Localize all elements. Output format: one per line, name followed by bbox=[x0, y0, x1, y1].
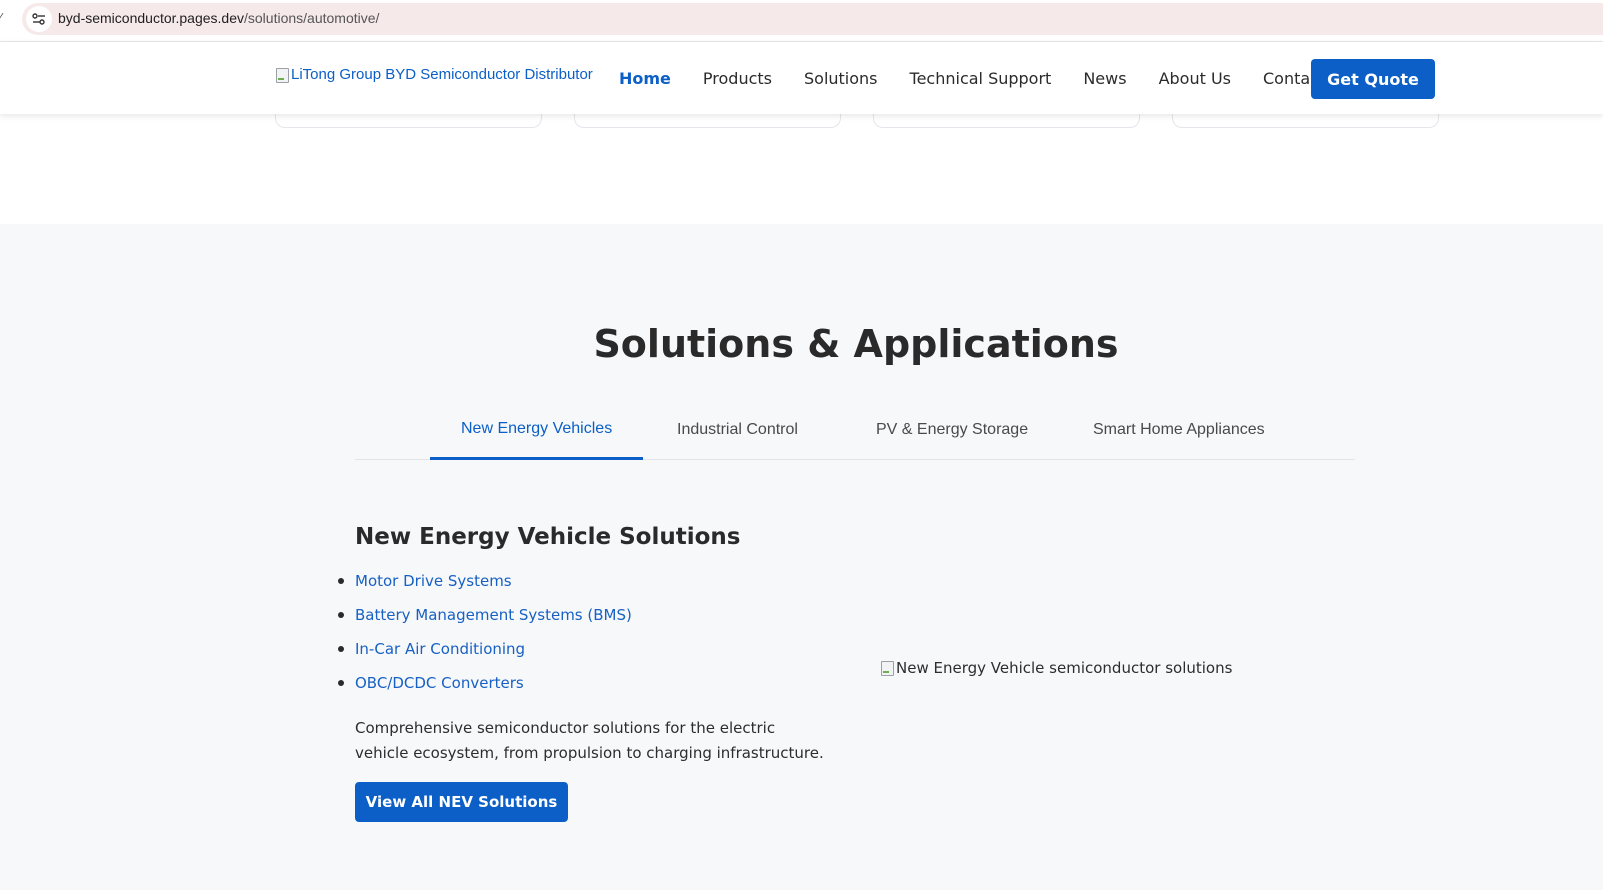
link-battery-management-systems[interactable]: Battery Management Systems (BMS) bbox=[355, 606, 632, 624]
nav-technical-support[interactable]: Technical Support bbox=[910, 69, 1052, 88]
url-path: /solutions/automotive/ bbox=[244, 10, 380, 26]
broken-image-icon bbox=[275, 67, 289, 83]
address-bar[interactable]: byd-semiconductor.pages.dev/solutions/au… bbox=[22, 3, 1603, 35]
site-info-icon[interactable] bbox=[26, 6, 52, 32]
panel-title: New Energy Vehicle Solutions bbox=[355, 524, 741, 550]
url-text[interactable]: byd-semiconductor.pages.dev/solutions/au… bbox=[58, 10, 379, 26]
solution-panel: New Energy Vehicle Solutions Motor Drive… bbox=[338, 524, 835, 822]
url-host: byd-semiconductor.pages.dev bbox=[58, 10, 244, 26]
card-bottom-1 bbox=[275, 114, 542, 128]
card-bottom-4 bbox=[1172, 114, 1439, 128]
link-obc-dcdc-converters[interactable]: OBC/DCDC Converters bbox=[355, 674, 524, 692]
previous-section bbox=[0, 114, 1603, 224]
link-in-car-air-conditioning[interactable]: In-Car Air Conditioning bbox=[355, 640, 525, 658]
view-all-nev-button[interactable]: View All NEV Solutions bbox=[355, 782, 568, 822]
solutions-section: Solutions & Applications New Energy Vehi… bbox=[0, 224, 1603, 890]
card-bottom-3 bbox=[873, 114, 1140, 128]
nav-products[interactable]: Products bbox=[703, 69, 772, 88]
list-item: In-Car Air Conditioning bbox=[338, 632, 835, 666]
link-motor-drive-systems[interactable]: Motor Drive Systems bbox=[355, 572, 512, 590]
main-nav: Home Products Solutions Technical Suppor… bbox=[619, 42, 1357, 114]
tab-industrial-control[interactable]: Industrial Control bbox=[646, 400, 829, 460]
nav-home[interactable]: Home bbox=[619, 69, 671, 88]
solution-list: Motor Drive Systems Battery Management S… bbox=[338, 564, 835, 700]
list-item: OBC/DCDC Converters bbox=[338, 666, 835, 700]
image-alt-text: New Energy Vehicle semiconductor solutio… bbox=[896, 659, 1233, 677]
solution-image: New Energy Vehicle semiconductor solutio… bbox=[880, 659, 1232, 677]
section-title: Solutions & Applications bbox=[593, 322, 1119, 366]
tab-new-energy-vehicles[interactable]: New Energy Vehicles bbox=[430, 400, 644, 460]
broken-image-icon bbox=[880, 660, 894, 676]
card-bottom-2 bbox=[574, 114, 841, 128]
browser-toolbar: ⁄ byd-semiconductor.pages.dev/solutions/… bbox=[0, 0, 1603, 42]
nav-solutions[interactable]: Solutions bbox=[804, 69, 878, 88]
edge-glyph: ⁄ bbox=[0, 12, 2, 23]
nav-news[interactable]: News bbox=[1083, 69, 1126, 88]
list-item: Motor Drive Systems bbox=[338, 564, 835, 598]
nav-about-us[interactable]: About Us bbox=[1159, 69, 1231, 88]
tab-smart-home-appliances[interactable]: Smart Home Appliances bbox=[1062, 400, 1296, 460]
list-item: Battery Management Systems (BMS) bbox=[338, 598, 835, 632]
solution-tabs: New Energy Vehicles Industrial Control P… bbox=[355, 400, 1355, 460]
panel-description: Comprehensive semiconductor solutions fo… bbox=[355, 719, 824, 762]
site-header: LiTong Group BYD Semiconductor Distribut… bbox=[0, 42, 1603, 114]
tab-pv-energy-storage[interactable]: PV & Energy Storage bbox=[845, 400, 1059, 460]
site-logo[interactable]: LiTong Group BYD Semiconductor Distribut… bbox=[275, 66, 593, 83]
logo-alt-text: LiTong Group BYD Semiconductor Distribut… bbox=[291, 66, 593, 83]
get-quote-button[interactable]: Get Quote bbox=[1311, 59, 1435, 99]
